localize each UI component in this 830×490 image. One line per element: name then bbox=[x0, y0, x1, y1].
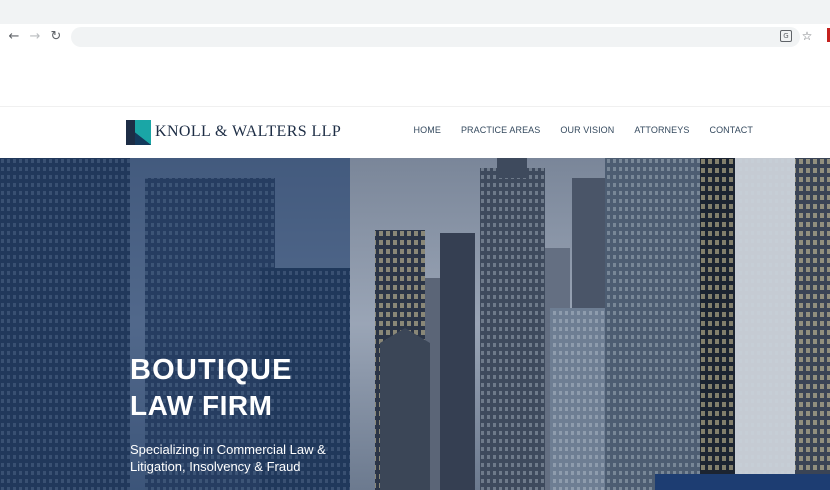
nav-contact[interactable]: CONTACT bbox=[709, 125, 753, 135]
hero-tagline: Specializing in Commercial Law & Litigat… bbox=[130, 442, 326, 474]
nav-attorneys[interactable]: ATTORNEYS bbox=[634, 125, 689, 135]
address-bar[interactable] bbox=[71, 27, 800, 47]
nav-practice-areas[interactable]: PRACTICE AREAS bbox=[461, 125, 540, 135]
site-header: KNOLL & WALTERS LLP HOME PRACTICE AREAS … bbox=[0, 107, 830, 158]
logo[interactable]: KNOLL & WALTERS LLP bbox=[126, 119, 341, 145]
back-button[interactable]: ← bbox=[5, 28, 23, 46]
hero-cta-button[interactable] bbox=[655, 474, 830, 490]
browser-tab-strip bbox=[0, 0, 830, 26]
browser-toolbar: ← → ↻ G ☆ bbox=[0, 24, 830, 50]
hero-subtitle: LAW FIRM bbox=[130, 390, 273, 421]
main-nav: HOME PRACTICE AREAS OUR VISION ATTORNEYS… bbox=[414, 125, 753, 135]
translate-icon[interactable]: G bbox=[778, 28, 794, 44]
reload-icon: ↻ bbox=[50, 29, 62, 44]
star-icon[interactable]: ☆ bbox=[799, 28, 815, 44]
hero-banner: BOUTIQUE LAW FIRM Specializing in Commer… bbox=[0, 158, 830, 490]
logo-text: KNOLL & WALTERS LLP bbox=[155, 123, 342, 140]
arrow-left-icon: ← bbox=[8, 29, 20, 44]
nav-our-vision[interactable]: OUR VISION bbox=[560, 125, 614, 135]
hero-title: BOUTIQUE bbox=[130, 354, 293, 386]
logo-mark-icon bbox=[126, 119, 151, 145]
page-top-spacer bbox=[0, 50, 830, 106]
forward-button[interactable]: → bbox=[26, 28, 44, 46]
reload-button[interactable]: ↻ bbox=[47, 28, 65, 46]
arrow-right-icon: → bbox=[29, 29, 41, 44]
nav-home[interactable]: HOME bbox=[414, 125, 441, 135]
